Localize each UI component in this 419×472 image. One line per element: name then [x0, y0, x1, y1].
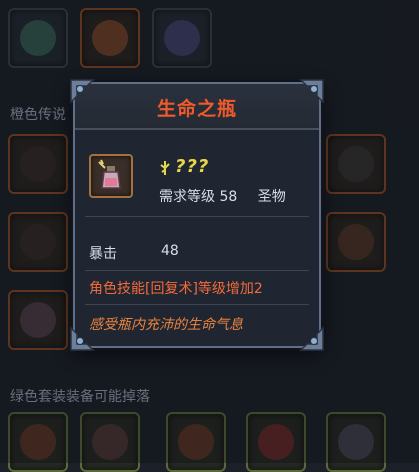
- skill-bonus-text: 角色技能[回复术]等级增加2: [89, 281, 263, 297]
- tooltip-title-bar: 生命之瓶: [75, 84, 319, 130]
- requirement-level: 58: [219, 189, 238, 205]
- quality-rune-icon: [160, 161, 170, 175]
- divider: [85, 270, 309, 271]
- flavor-text: 感受瓶内充沛的生命气息: [89, 317, 243, 333]
- item-name: 生命之瓶: [156, 98, 237, 120]
- item-requirement-row: 需求等级 58 圣物: [159, 186, 286, 206]
- stat-value: 48: [161, 243, 179, 259]
- corner-ornament-icon: [70, 79, 95, 104]
- stat-name: 暴击: [89, 246, 117, 262]
- potion-bottle-icon: [89, 154, 133, 198]
- divider: [85, 304, 309, 305]
- corner-ornament-icon: [299, 326, 324, 351]
- item-tooltip: 生命之瓶 ??? 需求等级 58 圣物 暴击 48 角色技能[回复术]等级增加2…: [70, 79, 324, 351]
- corner-ornament-icon: [299, 79, 324, 104]
- item-type: 圣物: [257, 189, 286, 205]
- item-quality: ???: [175, 156, 210, 177]
- requirement-label: 需求等级: [159, 189, 215, 205]
- divider: [85, 216, 309, 217]
